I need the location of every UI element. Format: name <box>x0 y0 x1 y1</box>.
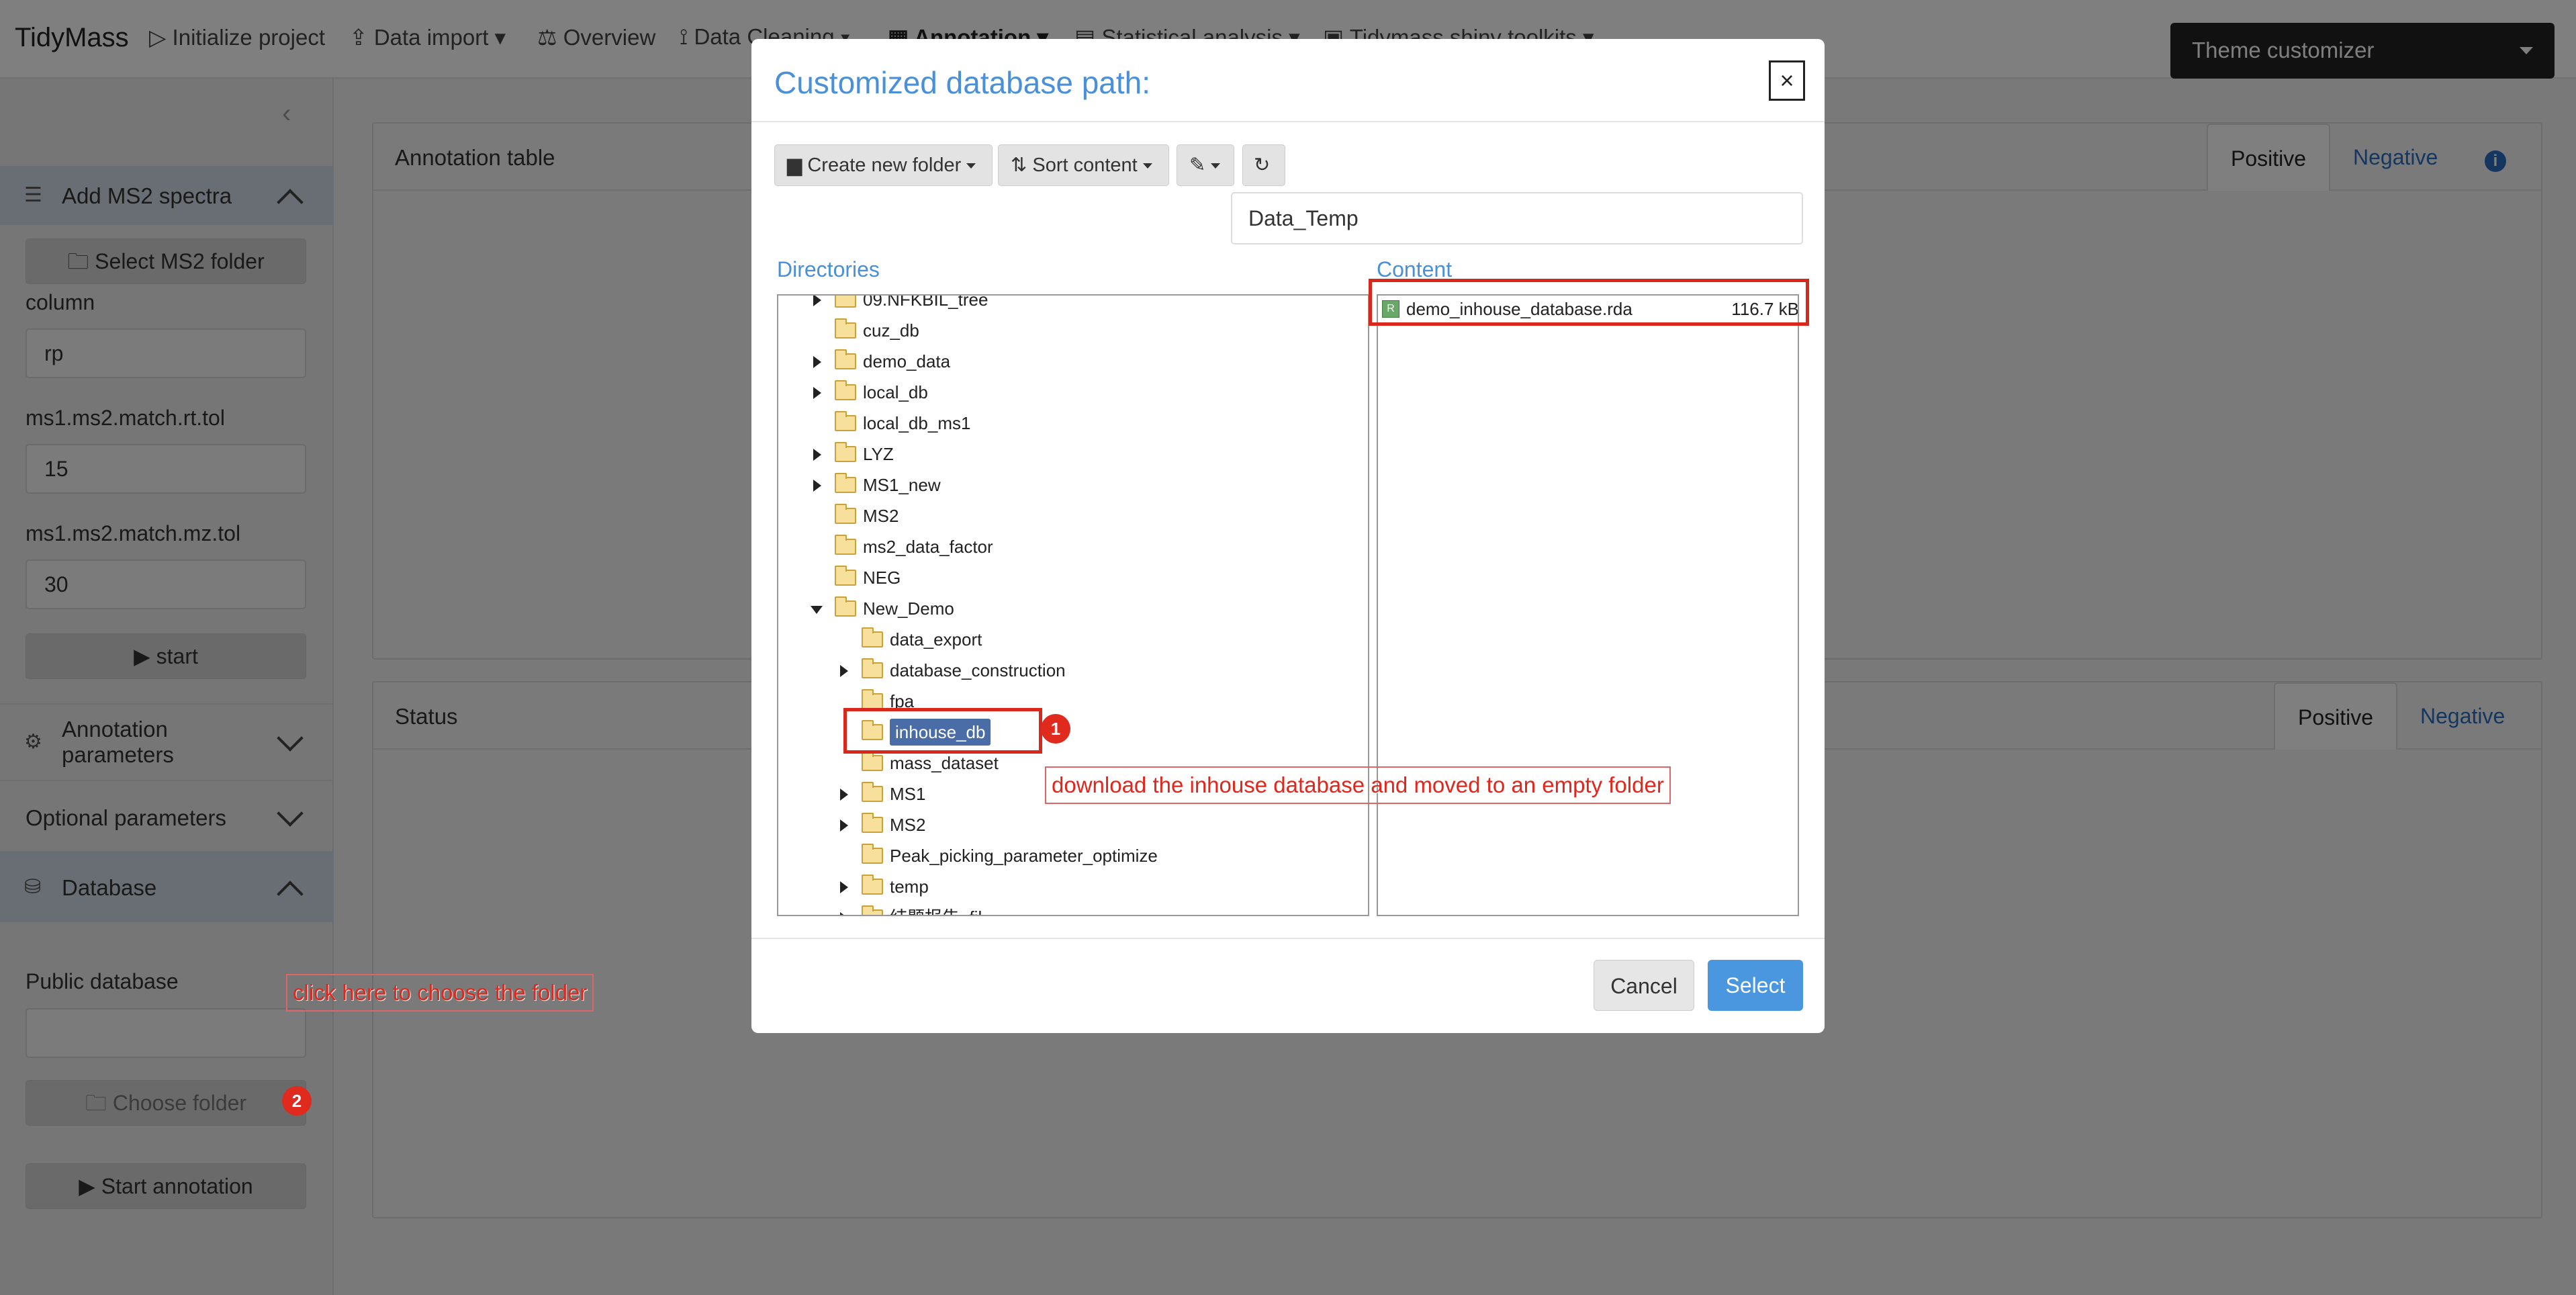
folder-icon <box>862 813 883 833</box>
tree-item-label: local_db_ms1 <box>863 413 971 433</box>
folder-icon <box>835 318 856 339</box>
caret-right-icon[interactable] <box>813 387 821 399</box>
annotation-note-choose-folder: click here to choose the folder <box>286 974 594 1012</box>
content-list: R demo_inhouse_database.rda 116.7 kB <box>1377 294 1799 916</box>
tree-item-label: 结题报告_fil... <box>890 904 997 915</box>
tree-item-label: LYZ <box>863 444 894 464</box>
tree-item-label: mass_dataset <box>890 753 999 773</box>
caret-right-icon[interactable] <box>840 881 848 893</box>
sort-content-button[interactable]: ⇅ Sort content <box>998 144 1169 186</box>
tree-item[interactable]: 09.NFKBIL_tree <box>778 294 1368 313</box>
folder-icon <box>835 596 856 617</box>
modal-divider <box>751 938 1825 939</box>
folder-icon <box>835 504 856 524</box>
folder-icon: ▆ <box>787 154 808 176</box>
annotation-note-download: download the inhouse database and moved … <box>1045 766 1671 804</box>
tree-item[interactable]: cuz_db <box>778 317 1368 344</box>
close-icon[interactable]: × <box>1769 60 1805 101</box>
tree-item[interactable]: Peak_picking_parameter_optimize <box>778 842 1368 869</box>
folder-icon <box>862 689 883 709</box>
sort-icon: ⇅ <box>1011 154 1033 176</box>
caret-right-icon[interactable] <box>840 912 848 915</box>
folder-icon <box>835 380 856 400</box>
tree-item[interactable]: MS2 <box>778 811 1368 838</box>
tree-item-label: 09.NFKBIL_tree <box>863 294 988 310</box>
folder-icon <box>862 844 883 864</box>
database-path-modal: Customized database path: × ▆ Create new… <box>751 39 1825 1033</box>
tree-item-label: NEG <box>863 568 901 588</box>
folder-icon <box>862 875 883 895</box>
caret-right-icon[interactable] <box>813 296 821 306</box>
tree-item-label: demo_data <box>863 351 951 371</box>
folder-icon <box>835 473 856 493</box>
caret-right-icon[interactable] <box>840 789 848 801</box>
tree-item[interactable]: NEG <box>778 564 1368 591</box>
tree-item-label: MS2 <box>890 815 926 835</box>
tree-item-label: temp <box>890 877 929 897</box>
refresh-button[interactable]: ↻ <box>1242 144 1285 186</box>
tree-item[interactable]: New_Demo <box>778 595 1368 622</box>
cancel-button[interactable]: Cancel <box>1594 960 1694 1011</box>
tree-item[interactable]: 结题报告_fil... <box>778 904 1368 915</box>
caret-right-icon[interactable] <box>813 480 821 492</box>
tree-item[interactable]: local_db <box>778 379 1368 406</box>
folder-icon <box>835 411 856 431</box>
tree-item[interactable]: local_db_ms1 <box>778 410 1368 437</box>
tree-item[interactable]: MS2 <box>778 502 1368 529</box>
tree-item[interactable]: database_construction <box>778 657 1368 684</box>
folder-icon <box>835 296 856 308</box>
tree-item[interactable]: temp <box>778 873 1368 900</box>
directories-label: Directories <box>777 257 880 281</box>
folder-icon <box>862 751 883 771</box>
folder-icon <box>835 566 856 586</box>
folder-icon <box>835 349 856 369</box>
modal-title: Customized database path: <box>774 65 1151 100</box>
tree-item-label: New_Demo <box>863 598 954 619</box>
tree-item-label: Peak_picking_parameter_optimize <box>890 846 1158 866</box>
folder-icon <box>862 782 883 802</box>
caret-down-icon <box>966 163 976 169</box>
caret-right-icon[interactable] <box>813 449 821 461</box>
tree-item[interactable]: MS1_new <box>778 472 1368 498</box>
caret-down-icon <box>1142 163 1152 169</box>
tree-item-label: cuz_db <box>863 320 919 341</box>
sort-content-label: Sort content <box>1032 154 1138 176</box>
folder-icon <box>835 535 856 555</box>
annotation-box-file <box>1369 279 1809 326</box>
path-input[interactable]: Data_Temp <box>1231 192 1803 244</box>
annotation-box-folder <box>843 708 1042 754</box>
create-new-folder-button[interactable]: ▆ Create new folder <box>774 144 993 186</box>
create-new-folder-label: Create new folder <box>807 154 962 176</box>
caret-right-icon[interactable] <box>813 356 821 368</box>
tree-item[interactable]: data_export <box>778 626 1368 653</box>
tree-item[interactable]: ms2_data_factor <box>778 533 1368 560</box>
tree-item[interactable]: LYZ <box>778 441 1368 467</box>
pencil-icon: ✎ <box>1189 154 1206 176</box>
refresh-icon: ↻ <box>1254 154 1271 176</box>
modal-divider <box>751 121 1825 122</box>
tree-item-label: MS2 <box>863 506 899 526</box>
tree-item[interactable]: demo_data <box>778 348 1368 375</box>
directory-tree[interactable]: 09.NFKBIL_tree cuz_db demo_data local_dbloc… <box>777 294 1369 916</box>
tree-item-label: data_export <box>890 629 982 650</box>
caret-right-icon[interactable] <box>840 819 848 832</box>
folder-icon <box>835 442 856 462</box>
folder-icon <box>862 905 883 915</box>
caret-right-icon[interactable] <box>840 665 848 677</box>
tree-item-label: MS1_new <box>863 475 941 495</box>
folder-icon <box>862 658 883 678</box>
folder-icon <box>862 627 883 648</box>
tree-item-label: local_db <box>863 382 928 402</box>
caret-down-icon <box>1211 163 1221 169</box>
annotation-badge-2: 2 <box>282 1086 312 1116</box>
caret-down-icon[interactable] <box>811 606 823 614</box>
tree-item-label: MS1 <box>890 784 926 804</box>
tree-item-label: database_construction <box>890 660 1066 680</box>
annotation-badge-1: 1 <box>1041 714 1070 744</box>
select-button[interactable]: Select <box>1708 960 1803 1011</box>
edit-button[interactable]: ✎ <box>1177 144 1234 186</box>
tree-item-label: ms2_data_factor <box>863 537 993 557</box>
